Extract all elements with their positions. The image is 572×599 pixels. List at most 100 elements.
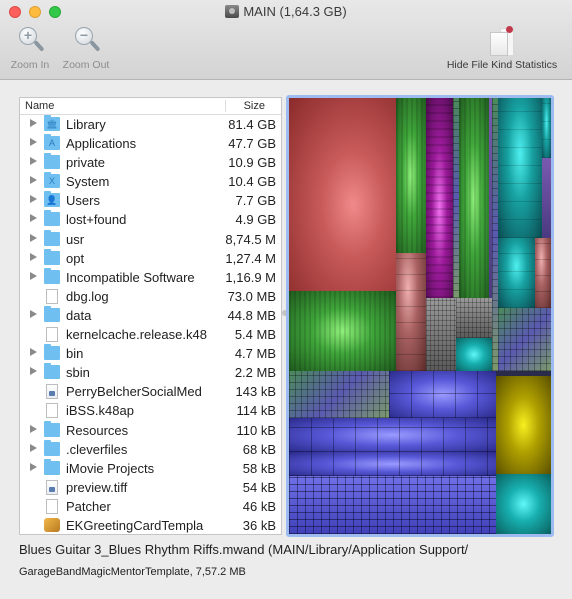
file-list[interactable]: Name Size 🏛 Library 81.4 GB A Applications 47… [19,97,282,535]
treemap-block[interactable] [498,238,535,308]
file-list-row[interactable]: PerryBelcherSocialMed 143 kB [20,382,281,401]
disclosure-triangle-icon[interactable] [30,176,37,185]
file-size: 4.7 MB [234,346,276,362]
treemap-block[interactable] [396,98,426,253]
treemap-block[interactable] [426,298,456,371]
file-list-row[interactable]: lost+found 4.9 GB [20,210,281,229]
disclosure-triangle-icon[interactable] [30,252,37,261]
folder-icon [44,363,60,380]
treemap-block[interactable] [289,371,389,418]
file-list-row[interactable]: .cleverfiles 68 kB [20,439,281,459]
file-name: Resources [66,422,129,438]
file-size: 58 kB [242,460,276,476]
column-separator[interactable] [225,100,226,112]
file-list-row[interactable]: Resources 110 kB [20,420,281,440]
file-size: 2.2 MB [234,365,276,381]
file-list-row[interactable]: 👤 Users 7.7 GB [20,191,281,210]
zoom-out-icon: − [73,26,101,56]
treemap-block[interactable] [289,291,396,371]
disclosure-triangle-icon[interactable] [30,157,37,166]
treemap-block[interactable] [289,476,496,534]
hide-file-kind-statistics-button[interactable]: Hide File Kind Statistics [440,26,564,71]
disclosure-triangle-icon[interactable] [30,443,37,452]
treemap-block[interactable] [459,98,489,298]
file-list-row[interactable]: X System 10.4 GB [20,172,281,191]
treemap-block[interactable] [426,98,453,298]
treemap-block[interactable] [496,376,551,474]
treemap-block[interactable] [456,298,492,338]
file-name: iBSS.k48ap [66,403,134,419]
treemap-block[interactable] [456,338,492,371]
file-list-row[interactable]: 🏛 Library 81.4 GB [20,115,281,134]
file-size: 81.4 GB [228,117,276,132]
file-name: sbin [66,365,90,381]
library-folder-icon: 🏛 [44,115,60,131]
treemap-block-library[interactable] [289,98,396,291]
disclosure-triangle-icon[interactable] [30,309,37,318]
treemap-view[interactable] [286,95,554,537]
file-list-row[interactable]: bin 4.7 MB [20,344,281,363]
treemap-block[interactable] [389,371,496,418]
treemap-block[interactable] [542,98,551,158]
treemap-block[interactable] [289,452,496,476]
hide-file-kind-statistics-label: Hide File Kind Statistics [446,59,558,71]
file-size: 68 kB [242,441,276,457]
file-size: 8,74.5 M [225,231,276,247]
file-list-row[interactable]: opt 1,27.4 M [20,248,281,268]
disclosure-triangle-icon[interactable] [30,348,37,357]
file-size: 73.0 MB [227,288,276,304]
file-size: 10.9 GB [228,155,276,171]
file-list-row[interactable]: iBSS.k48ap 114 kB [20,401,281,420]
file-list-row[interactable]: Incompatible Software 1,16.9 M [20,267,281,287]
file-list-row[interactable]: usr 8,74.5 M [20,229,281,249]
file-list-row[interactable]: data 44.8 MB [20,305,281,325]
treemap-block[interactable] [498,308,551,371]
selected-file-path: Blues Guitar 3_Blues Rhythm Riffs.mwand … [19,542,469,557]
zoom-in-label: Zoom In [10,59,50,71]
file-list-row[interactable]: private 10.9 GB [20,153,281,172]
folder-icon [44,248,60,265]
zoom-in-button[interactable]: + Zoom In [7,26,53,71]
disclosure-triangle-icon[interactable] [30,271,37,280]
disclosure-triangle-icon[interactable] [30,462,37,471]
treemap-block[interactable] [542,158,551,238]
file-list-row[interactable]: preview.tiff 54 kB [20,478,281,497]
column-header-size[interactable]: Size [244,100,265,112]
disclosure-triangle-icon[interactable] [30,214,37,223]
zoom-out-button[interactable]: − Zoom Out [58,26,114,71]
disclosure-triangle-icon[interactable] [30,424,37,433]
file-list-row[interactable]: kernelcache.release.k48 5.4 MB [20,325,281,344]
package-icon [44,517,60,532]
file-size: 44.8 MB [227,307,276,323]
file-list-row[interactable]: EKGreetingCardTempla 36 kB [20,516,281,535]
disclosure-triangle-icon[interactable] [30,138,37,147]
file-list-row[interactable]: A Applications 47.7 GB [20,134,281,153]
file-list-rows: 🏛 Library 81.4 GB A Applications 47.7 GB priva… [20,115,281,535]
users-folder-icon: 👤 [44,191,60,208]
disclosure-triangle-icon[interactable] [30,367,37,376]
disclosure-triangle-icon[interactable] [30,195,37,204]
folder-icon [44,210,60,227]
file-name: EKGreetingCardTempla [66,517,204,533]
file-name: data [66,307,92,323]
image-file-icon [46,384,58,400]
file-list-row[interactable]: Patcher 46 kB [20,497,281,516]
users-glyph-icon: 👤 [46,195,58,206]
file-size: 1,27.4 M [225,250,276,266]
treemap-block[interactable] [396,253,426,371]
file-list-row[interactable]: sbin 2.2 MB [20,363,281,382]
file-name: .cleverfiles [66,441,128,457]
file-size: 143 kB [235,384,276,400]
file-list-row[interactable]: iMovie Projects 58 kB [20,458,281,478]
disclosure-triangle-icon[interactable] [30,233,37,242]
treemap-block[interactable] [496,474,551,534]
file-size: 10.4 GB [228,174,276,190]
treemap-block[interactable] [289,418,496,452]
column-header-name[interactable]: Name [25,100,54,112]
file-list-row[interactable]: dbg.log 73.0 MB [20,287,281,306]
hard-disk-icon [225,5,240,18]
disclosure-triangle-icon[interactable] [30,119,37,127]
folder-icon [44,305,60,322]
treemap-block[interactable] [535,238,551,308]
treemap-block[interactable] [498,98,542,238]
